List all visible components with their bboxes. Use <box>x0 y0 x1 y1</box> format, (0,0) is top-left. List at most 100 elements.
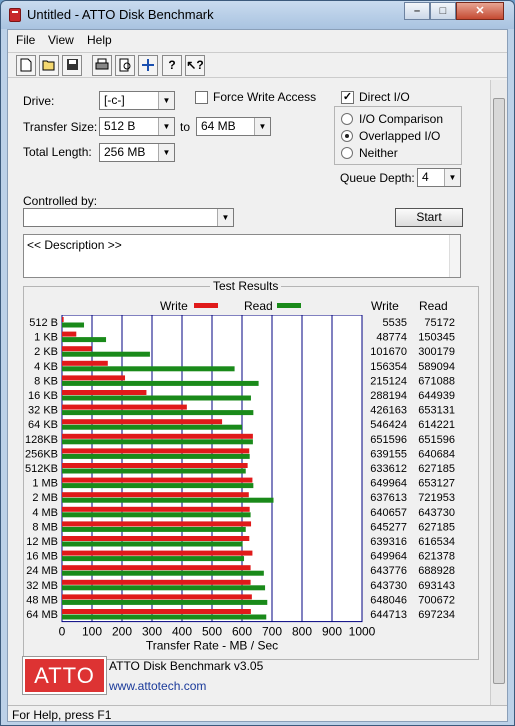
help-icon[interactable]: ? <box>162 55 182 76</box>
website-link[interactable]: www.attotech.com <box>109 679 206 693</box>
scrollbar-thumb[interactable] <box>493 98 505 684</box>
description-field[interactable]: << Description >> <box>23 234 461 278</box>
category-label: 64 MB <box>26 609 58 621</box>
menu-view[interactable]: View <box>48 33 74 47</box>
read-value: 300179 <box>418 346 455 358</box>
atto-logo: ATTO <box>22 656 107 695</box>
total-length-select[interactable]: 256 MB ▼ <box>99 143 175 162</box>
read-bar <box>62 439 253 445</box>
read-value: 589094 <box>418 361 455 373</box>
write-bar <box>62 419 223 425</box>
x-tick-label: 100 <box>82 625 102 639</box>
read-bar <box>62 541 243 547</box>
print-preview-icon[interactable] <box>115 55 135 76</box>
overlapped-io-radio[interactable] <box>341 130 353 142</box>
write-bar <box>62 594 252 600</box>
minimize-button[interactable]: – <box>404 2 430 20</box>
transfer-from-select[interactable]: 512 B ▼ <box>99 117 175 136</box>
description-text: << Description >> <box>27 238 122 252</box>
write-value: 649964 <box>370 551 407 563</box>
write-bar <box>62 492 249 498</box>
neither-radio[interactable] <box>341 147 353 159</box>
chevron-down-icon[interactable]: ▼ <box>254 118 270 135</box>
read-value: 700672 <box>418 594 455 606</box>
x-tick-label: 400 <box>172 625 192 639</box>
chevron-down-icon[interactable]: ▼ <box>158 118 174 135</box>
write-bar <box>62 317 64 322</box>
toolbar: ? ↖? <box>8 52 507 78</box>
category-label: 512KB <box>25 463 58 475</box>
read-value: 671088 <box>418 375 455 387</box>
move-icon[interactable] <box>138 55 158 76</box>
write-bar <box>62 579 251 585</box>
description-scrollbar[interactable] <box>449 235 460 277</box>
read-value: 616534 <box>418 536 455 548</box>
read-bar <box>62 395 251 401</box>
write-bar <box>62 360 108 366</box>
write-value: 288194 <box>370 390 407 402</box>
app-icon[interactable] <box>9 8 21 22</box>
x-tick-label: 1000 <box>349 625 376 639</box>
maximize-button[interactable]: □ <box>430 2 456 20</box>
category-label: 128KB <box>25 434 58 446</box>
read-bar <box>62 424 242 430</box>
legend-write-label: Write <box>160 299 188 313</box>
x-axis-label: Transfer Rate - MB / Sec <box>146 639 278 653</box>
category-label: 8 MB <box>32 521 58 533</box>
transfer-to-value: 64 MB <box>201 119 236 133</box>
read-bar <box>62 468 246 474</box>
category-label: 256KB <box>25 448 58 460</box>
print-icon[interactable] <box>92 55 112 76</box>
category-label: 16 MB <box>26 551 58 563</box>
window-title: Untitled - ATTO Disk Benchmark <box>27 7 214 22</box>
category-label: 4 KB <box>34 361 58 373</box>
save-icon[interactable] <box>62 55 82 76</box>
test-results-title: Test Results <box>210 279 282 293</box>
transfer-to-select[interactable]: 64 MB ▼ <box>196 117 271 136</box>
context-help-icon[interactable]: ↖? <box>185 55 205 76</box>
queue-depth-select[interactable]: 4 ▼ <box>417 168 461 187</box>
x-tick-label: 500 <box>202 625 222 639</box>
read-bar <box>62 322 85 328</box>
title-bar[interactable]: Untitled - ATTO Disk Benchmark – □ ✕ <box>1 1 514 29</box>
read-value: 643730 <box>418 507 455 519</box>
transfer-size-label: Transfer Size: <box>23 120 98 134</box>
read-value: 150345 <box>418 332 455 344</box>
new-file-icon[interactable] <box>16 55 36 76</box>
category-label: 8 KB <box>34 375 58 387</box>
open-folder-icon[interactable] <box>39 55 59 76</box>
read-bar <box>62 497 274 503</box>
x-tick-label: 200 <box>112 625 132 639</box>
menu-help[interactable]: Help <box>87 33 112 47</box>
category-label: 48 MB <box>26 594 58 606</box>
vertical-scrollbar[interactable] <box>490 80 507 706</box>
close-button[interactable]: ✕ <box>456 2 504 20</box>
force-write-checkbox[interactable] <box>195 91 208 104</box>
io-comparison-radio[interactable] <box>341 113 353 125</box>
write-column-header: Write <box>371 299 399 313</box>
write-value: 648046 <box>370 594 407 606</box>
chevron-down-icon[interactable]: ▼ <box>158 144 174 161</box>
controlled-by-select[interactable]: ▼ <box>23 208 234 227</box>
write-value: 156354 <box>370 361 407 373</box>
chevron-down-icon[interactable]: ▼ <box>444 169 460 186</box>
write-value: 215124 <box>370 375 407 387</box>
write-bar <box>62 390 147 395</box>
category-label: 512 B <box>29 317 58 329</box>
menu-file[interactable]: File <box>16 33 35 47</box>
write-bar <box>62 433 253 439</box>
category-label: 64 KB <box>28 419 58 431</box>
chevron-down-icon[interactable]: ▼ <box>158 92 174 109</box>
write-value: 101670 <box>370 346 407 358</box>
read-bar <box>62 526 246 532</box>
chevron-down-icon[interactable]: ▼ <box>217 209 233 226</box>
status-bar: For Help, press F1 <box>8 705 507 723</box>
drive-select[interactable]: [-c-] ▼ <box>99 91 175 110</box>
direct-io-checkbox[interactable]: ✓ <box>341 91 354 104</box>
start-button[interactable]: Start <box>395 208 463 227</box>
read-bar <box>62 410 254 416</box>
write-value: 637613 <box>370 492 407 504</box>
read-value: 75172 <box>424 317 455 329</box>
write-value: 639155 <box>370 448 407 460</box>
product-name: ATTO Disk Benchmark v3.05 <box>109 659 264 673</box>
